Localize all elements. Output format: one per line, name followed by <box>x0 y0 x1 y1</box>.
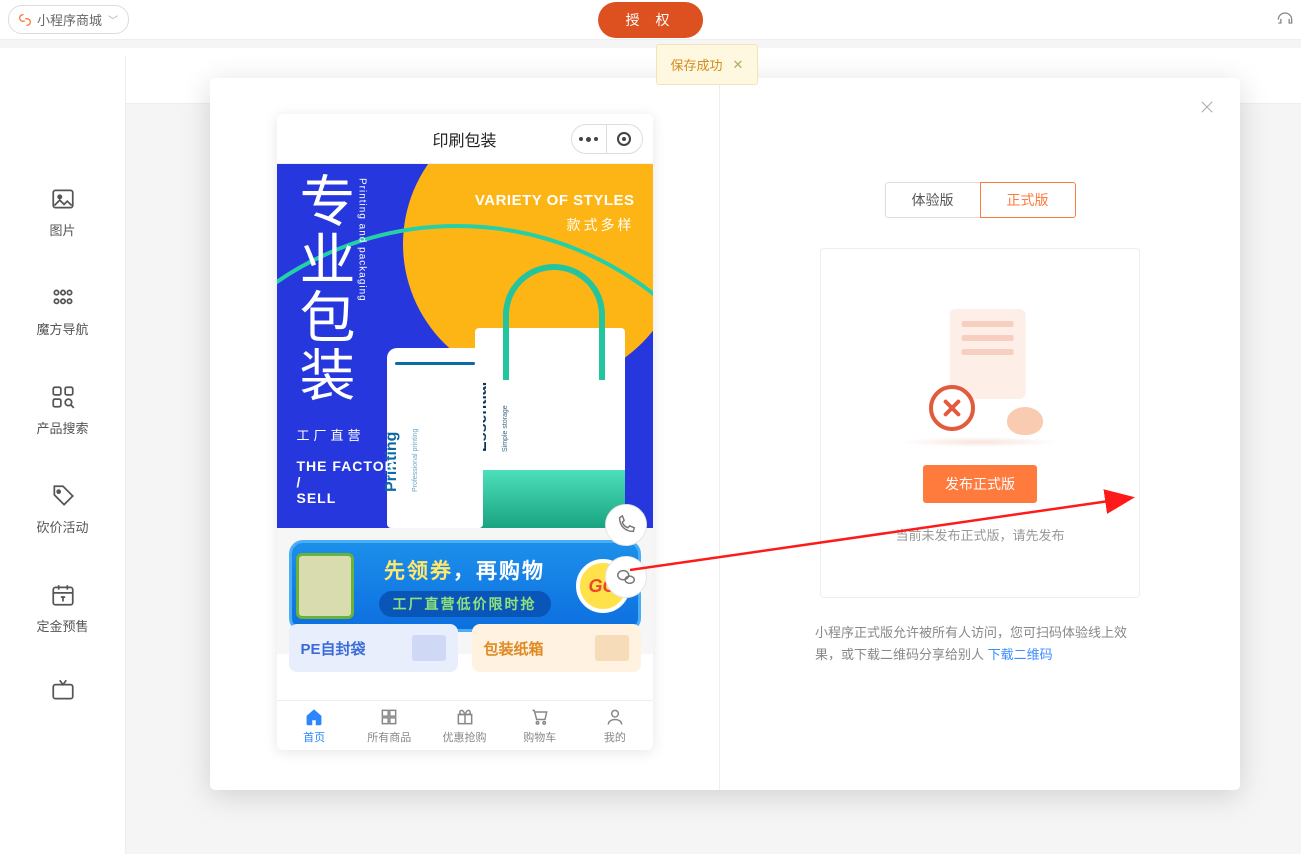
sidebar-item-video[interactable] <box>23 677 103 703</box>
publish-box: 发布正式版 当前未发布正式版，请先发布 <box>820 248 1140 598</box>
bag-graphic: Essential Simple storage <box>475 328 625 528</box>
empty-state-illustration <box>905 303 1055 443</box>
sidebar-item-cube-nav[interactable]: 魔方导航 <box>23 285 103 338</box>
seg-trial[interactable]: 体验版 <box>885 182 980 218</box>
tab-products[interactable]: 所有商品 <box>352 701 427 750</box>
toast-text: 保存成功 <box>671 55 723 74</box>
coupon-banner[interactable]: 先领券，再购物 工厂直营低价限时抢 GO <box>289 540 641 632</box>
hero-banner[interactable]: 专业包装 Printing and packaging VARIETY OF S… <box>277 164 653 528</box>
tab-label: 优惠抢购 <box>443 729 487 745</box>
card-pe-bag[interactable]: PE自封袋 <box>289 624 458 672</box>
hero-topright-en: VARIETY OF STYLES <box>475 192 635 209</box>
publish-description: 小程序正式版允许被所有人访问，您可扫码体验线上效果，或下载二维码分享给别人 下载… <box>815 622 1145 666</box>
error-icon <box>929 385 975 431</box>
card-box[interactable]: 包装纸箱 <box>472 624 641 672</box>
phone-call-button[interactable] <box>605 504 647 546</box>
download-qr-link[interactable]: 下载二维码 <box>988 647 1053 662</box>
sidebar-item-label: 图片 <box>49 220 75 239</box>
tv-icon <box>50 677 76 703</box>
card-thumb <box>595 635 629 661</box>
close-icon <box>1198 98 1216 116</box>
hero-lowtext: 工厂直营 THE FACTORY / SELL <box>297 425 406 506</box>
left-sidebar: 图片 魔方导航 产品搜索 砍价活动 定金预售 <box>0 56 126 854</box>
sidebar-item-product-search[interactable]: 产品搜索 <box>23 384 103 437</box>
hero-sell: SELL <box>297 490 406 506</box>
version-segmented: 体验版 正式版 <box>885 182 1076 218</box>
tab-label: 购物车 <box>523 729 556 745</box>
phone-preview: 印刷包装 专业包装 Printing and packaging VARIETY… <box>277 114 653 750</box>
tab-mine[interactable]: 我的 <box>577 701 652 750</box>
coupon-line1a: 先领券 <box>384 560 453 583</box>
tab-deals[interactable]: 优惠抢购 <box>427 701 502 750</box>
tag-icon <box>50 483 76 509</box>
sidebar-item-image[interactable]: 图片 <box>23 186 103 239</box>
publish-modal: 印刷包装 专业包装 Printing and packaging VARIETY… <box>210 78 1240 790</box>
tab-home[interactable]: 首页 <box>277 701 352 750</box>
sidebar-item-label: 产品搜索 <box>36 418 88 437</box>
hero-en-vertical: Printing and packaging <box>357 178 368 302</box>
sidebar-item-label: 定金预售 <box>36 616 88 635</box>
category-cards: PE自封袋 包装纸箱 <box>289 624 641 672</box>
close-modal-button[interactable] <box>1198 98 1216 121</box>
hero-direct: 工厂直营 <box>297 425 406 444</box>
image-icon <box>50 186 76 212</box>
miniprogram-icon <box>17 12 33 28</box>
tab-bar: 首页 所有商品 优惠抢购 购物车 我的 <box>277 700 653 750</box>
card-label: PE自封袋 <box>301 638 366 659</box>
hero-cn-vertical: 专业包装 <box>293 172 353 404</box>
publish-release-button[interactable]: 发布正式版 <box>923 465 1037 503</box>
authorize-label: 授 权 <box>626 12 676 28</box>
close-icon[interactable]: ✕ <box>733 57 744 73</box>
hero-factory: THE FACTORY <box>297 458 406 474</box>
card-thumb <box>412 635 446 661</box>
mid-zone: 先领券，再购物 工厂直营低价限时抢 GO PE自封袋 包装纸箱 <box>277 528 653 654</box>
sidebar-item-label: 砍价活动 <box>36 517 88 536</box>
leaf-icon <box>290 545 360 627</box>
wechat-icon <box>615 566 637 588</box>
search-grid-icon <box>50 384 76 410</box>
gift-icon <box>455 707 475 727</box>
sidebar-item-label: 魔方导航 <box>36 319 88 338</box>
hero-topright: VARIETY OF STYLES 款式多样 <box>475 192 635 235</box>
bag-sub: Simple storage <box>502 405 509 452</box>
save-toast: 保存成功 ✕ <box>656 44 759 85</box>
pouch-sub: Professional printing <box>412 429 419 492</box>
grid-icon <box>379 707 399 727</box>
home-icon <box>304 707 324 727</box>
calendar-money-icon <box>50 582 76 608</box>
seg-release[interactable]: 正式版 <box>980 182 1076 218</box>
capsule-buttons[interactable] <box>571 124 643 154</box>
sidebar-item-presale[interactable]: 定金预售 <box>23 582 103 635</box>
authorize-button[interactable]: 授 权 <box>598 2 704 38</box>
app-dropdown[interactable]: 小程序商城 ﹀ <box>8 5 129 34</box>
user-icon <box>605 707 625 727</box>
wechat-button[interactable] <box>605 556 647 598</box>
card-label: 包装纸箱 <box>484 638 544 659</box>
phone-header: 印刷包装 <box>277 114 653 164</box>
phone-title: 印刷包装 <box>432 127 496 151</box>
preview-pane: 印刷包装 专业包装 Printing and packaging VARIETY… <box>210 78 720 790</box>
publish-pane: 体验版 正式版 发布正式版 当前未发布正式版，请先发布 小程序正式版允许被所有人… <box>720 78 1240 790</box>
close-program-icon[interactable] <box>607 125 642 153</box>
coupon-line1b: ，再购物 <box>453 560 545 583</box>
tab-label: 首页 <box>303 729 325 745</box>
cart-icon <box>530 707 550 727</box>
float-icons <box>605 504 647 598</box>
more-icon[interactable] <box>572 125 608 153</box>
tab-label: 所有商品 <box>367 729 411 745</box>
hero-slash: / <box>297 474 406 490</box>
grid-icon <box>50 285 76 311</box>
coupon-line2: 工厂直营低价限时抢 <box>379 591 551 617</box>
chevron-down-icon: ﹀ <box>108 12 118 27</box>
publish-desc-text: 小程序正式版允许被所有人访问，您可扫码体验线上效果，或下载二维码分享给别人 <box>815 625 1127 662</box>
app-dropdown-label: 小程序商城 <box>37 10 102 29</box>
hero-topright-cn: 款式多样 <box>475 215 635 235</box>
tab-cart[interactable]: 购物车 <box>502 701 577 750</box>
publish-hint: 当前未发布正式版，请先发布 <box>895 525 1064 544</box>
sidebar-item-bargain[interactable]: 砍价活动 <box>23 483 103 536</box>
tab-label: 我的 <box>604 729 626 745</box>
support-icon[interactable] <box>1275 8 1295 33</box>
phone-icon <box>615 514 637 536</box>
coupon-line1: 先领券，再购物 <box>384 555 545 585</box>
